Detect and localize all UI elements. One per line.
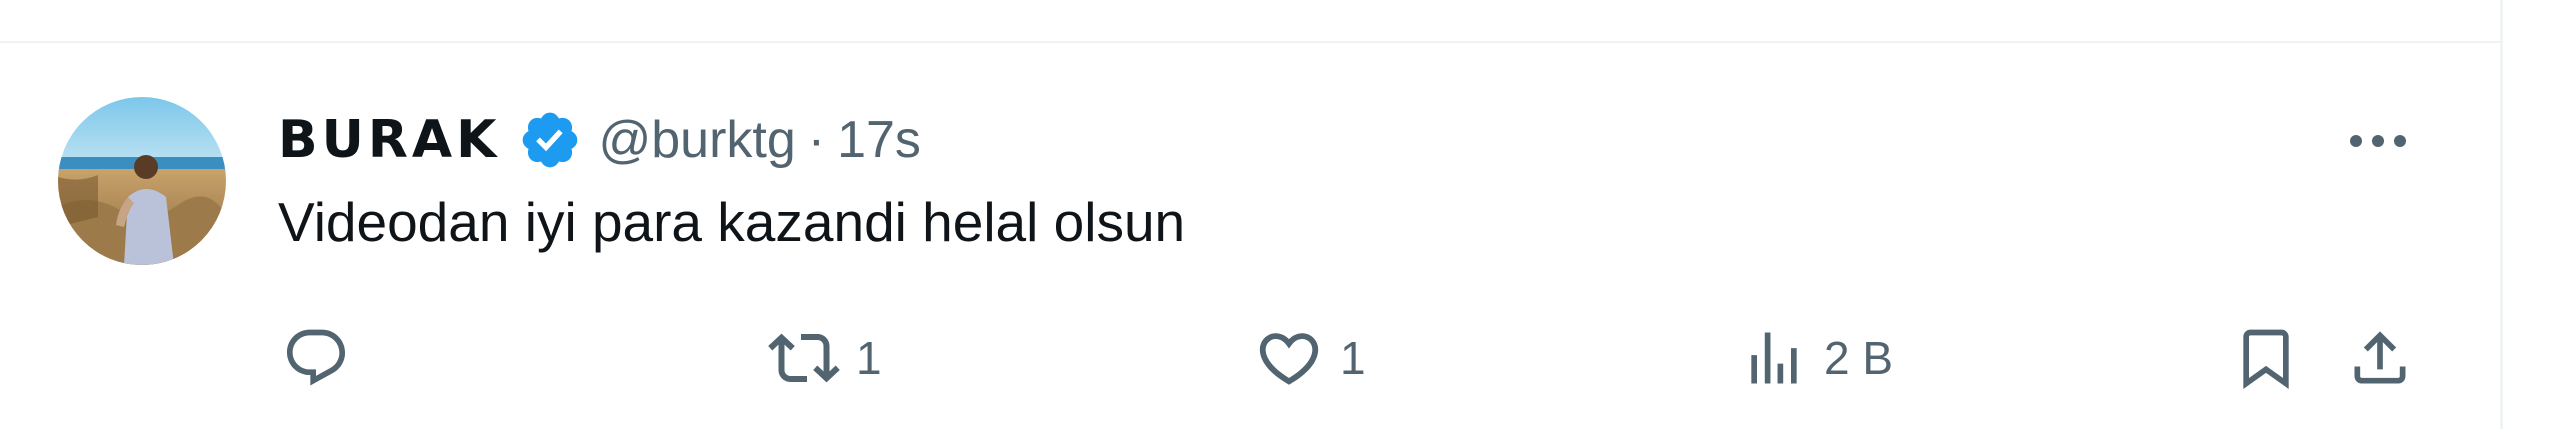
bookmark-button[interactable] — [2232, 322, 2300, 394]
bookmark-icon — [2232, 324, 2300, 392]
like-button[interactable]: 1 — [1254, 322, 1366, 394]
share-icon — [2346, 324, 2414, 392]
share-button[interactable] — [2346, 322, 2414, 394]
reply-icon — [282, 324, 350, 392]
separator-dot: · — [807, 111, 826, 169]
display-name[interactable]: BURAK — [278, 110, 500, 170]
retweet-button[interactable]: 1 — [768, 322, 882, 394]
verified-badge-icon[interactable] — [518, 108, 582, 172]
heart-icon — [1254, 323, 1324, 393]
tweet-page: BURAK @burktg · 17s Videodan iyi para ka… — [0, 0, 2560, 429]
views-button[interactable]: 2 B — [1740, 322, 1893, 394]
reply-button[interactable] — [282, 322, 350, 394]
retweet-icon — [768, 322, 840, 394]
retweet-count: 1 — [856, 332, 882, 384]
views-chart-icon — [1740, 324, 1808, 392]
tweet-text: Videodan iyi para kazandi helal olsun — [278, 191, 1186, 253]
timeline-right-border — [2500, 0, 2503, 429]
avatar[interactable] — [58, 97, 226, 265]
views-count: 2 B — [1824, 332, 1894, 384]
tweet-header: BURAK @burktg · 17s — [278, 100, 921, 180]
top-divider — [0, 41, 2500, 43]
timestamp[interactable]: 17s — [837, 110, 921, 170]
more-options-icon[interactable] — [2342, 115, 2414, 167]
like-count: 1 — [1340, 332, 1366, 384]
user-handle[interactable]: @burktg — [598, 110, 795, 170]
